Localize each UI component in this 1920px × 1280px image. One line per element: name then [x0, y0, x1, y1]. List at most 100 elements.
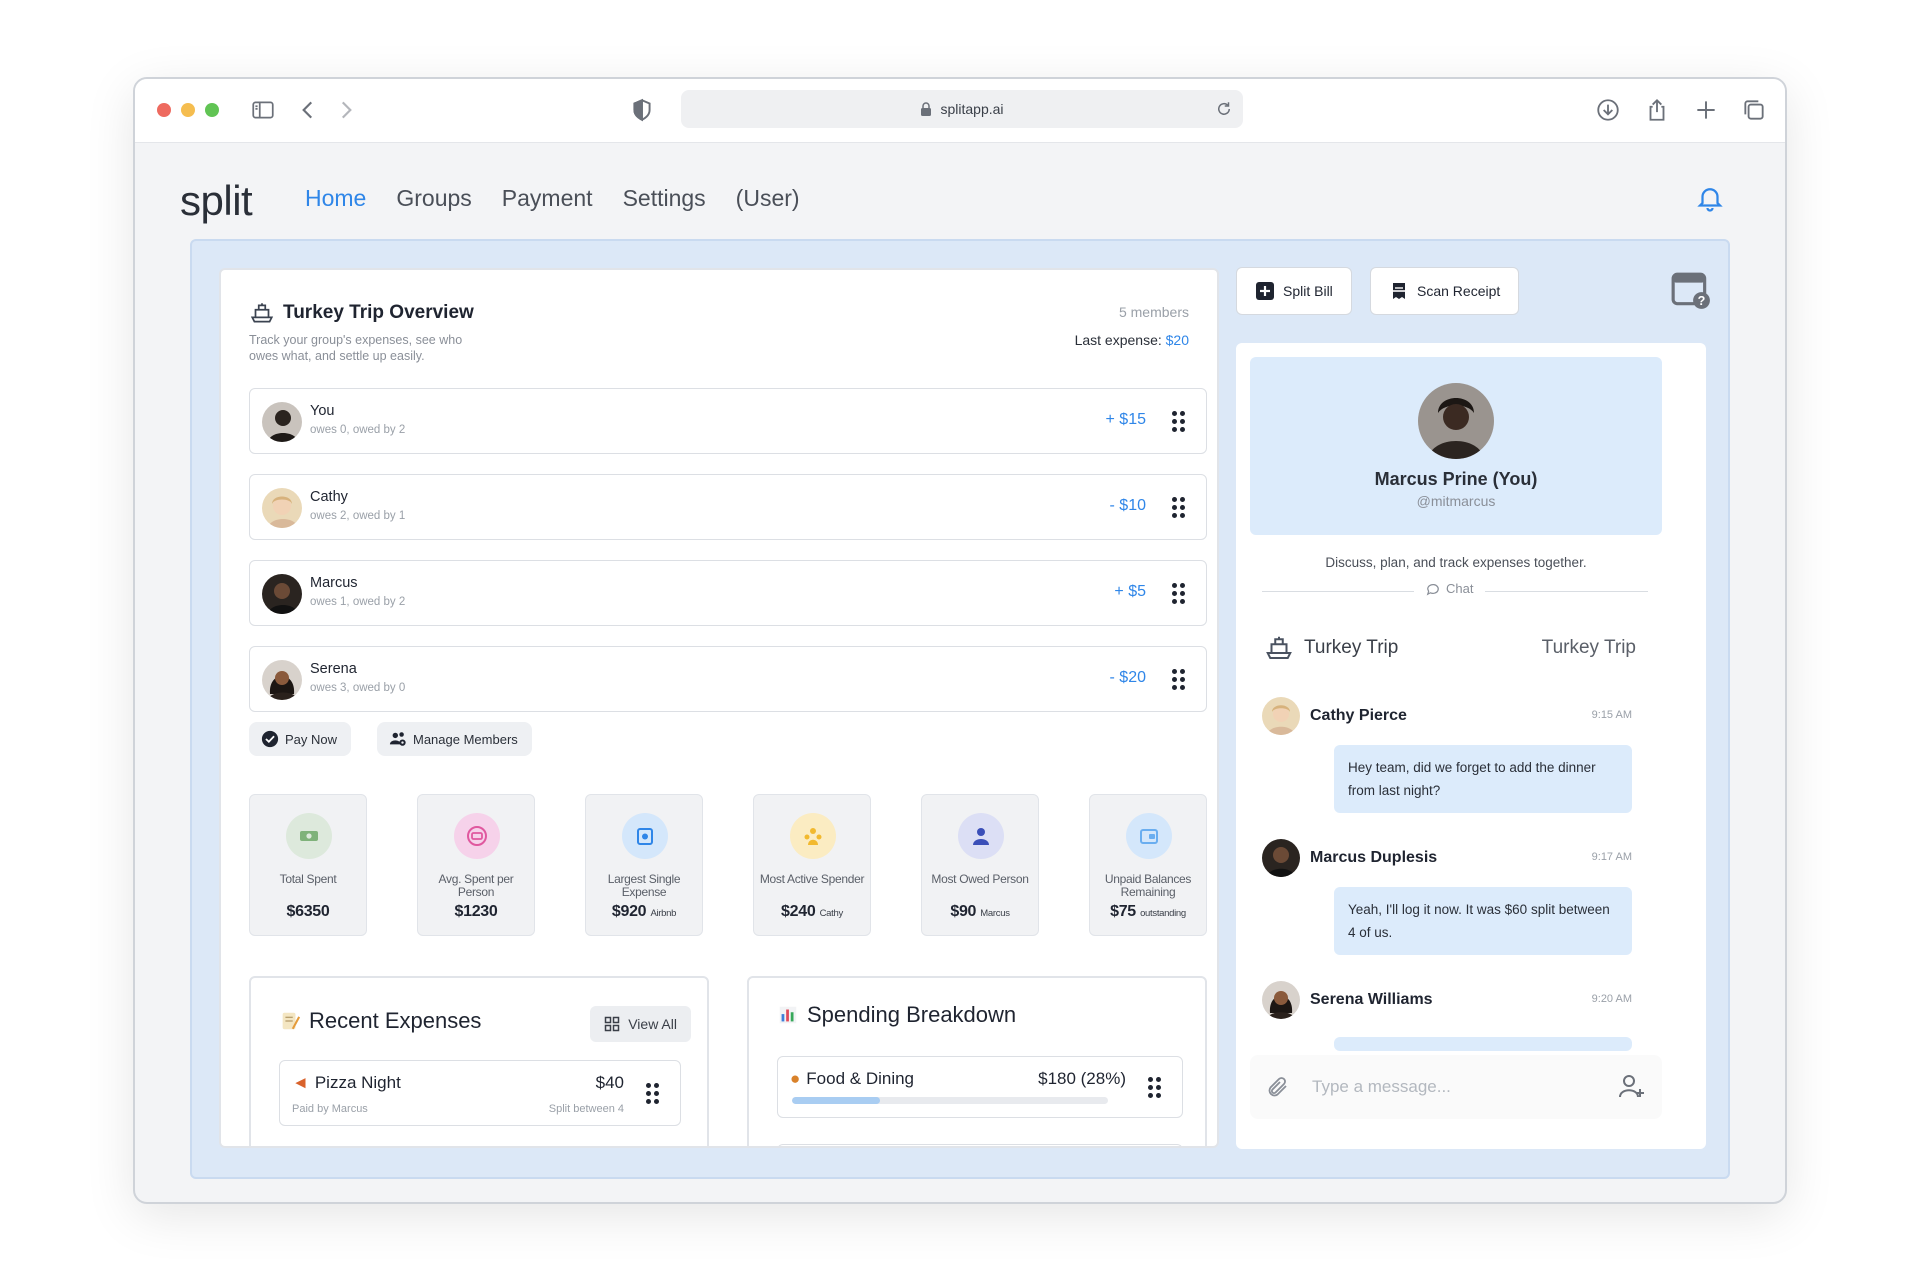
stat-note: Cathy: [819, 908, 844, 919]
split-bill-label: Split Bill: [1283, 283, 1333, 299]
message-author: Serena Williams: [1310, 991, 1433, 1008]
bell-icon[interactable]: [1695, 183, 1725, 213]
breakdown-title-text: Food & Dining: [806, 1069, 915, 1088]
chat-label-text: Chat: [1446, 581, 1474, 596]
chat-intro: Discuss, plan, and track expenses togeth…: [1325, 555, 1587, 570]
split-bill-button[interactable]: Split Bill: [1236, 267, 1352, 315]
plus-square-icon: [1256, 282, 1274, 300]
nav-groups[interactable]: Groups: [396, 185, 471, 212]
pizza-icon: ◄: [292, 1073, 309, 1092]
member-amount: + $5: [1114, 583, 1146, 600]
stat-most-owed: Most Owed Person $90 Marcus: [921, 794, 1039, 936]
new-tab-icon[interactable]: [1693, 97, 1719, 123]
maximize-window-button[interactable]: [205, 103, 219, 117]
sidebar-toggle-icon[interactable]: [250, 97, 276, 123]
avatar: [1262, 697, 1300, 735]
drag-handle-icon[interactable]: [1172, 497, 1186, 519]
manage-members-label: Manage Members: [413, 731, 518, 747]
browser-window: splitapp.ai split Home Groups Payment Se…: [133, 77, 1787, 1204]
member-row[interactable]: Serena owes 3, owed by 0 - $20: [249, 646, 1207, 712]
drag-handle-icon[interactable]: [646, 1083, 660, 1105]
stat-value-text: $920: [611, 903, 647, 920]
recent-expenses-panel: Recent Expenses View All ◄ Pizza Night Pa…: [249, 976, 709, 1146]
message-composer[interactable]: Type a message...: [1250, 1055, 1662, 1119]
stat-avg-spent: Avg. Spent per Person $1230: [417, 794, 535, 936]
message-header: Cathy Pierce 9:15 AM: [1262, 697, 1632, 737]
avatar[interactable]: [1418, 383, 1494, 459]
reload-icon[interactable]: [1215, 100, 1233, 118]
avatar: [262, 488, 302, 528]
scan-receipt-label: Scan Receipt: [1417, 283, 1501, 299]
stat-label: Most Active Spender: [759, 872, 865, 886]
stat-note: outstanding: [1140, 908, 1186, 919]
dashboard-canvas: Turkey Trip Overview Track your group's …: [190, 239, 1730, 1179]
message-header: Marcus Duplesis 9:17 AM: [1262, 839, 1632, 879]
close-window-button[interactable]: [157, 103, 171, 117]
check-circle-icon: [261, 730, 279, 748]
expense-row[interactable]: ◄ Pizza Night Paid by Marcus $40 Split be…: [279, 1060, 681, 1126]
memo-icon: [282, 1012, 301, 1030]
member-row[interactable]: You owes 0, owed by 2 + $15: [249, 388, 1207, 454]
chat-card: Marcus Prine (You) @mitmarcus Discuss, p…: [1236, 343, 1706, 1149]
member-balance-summary: owes 1, owed by 2: [310, 596, 406, 608]
profile-handle: @mitmarcus: [1416, 493, 1496, 509]
stat-value-text: $90: [950, 903, 977, 920]
stat-label: Total Spent: [279, 872, 337, 886]
address-bar[interactable]: splitapp.ai: [681, 90, 1243, 128]
message-header: Serena Williams 9:20 AM: [1262, 981, 1632, 1021]
lock-icon: [921, 102, 932, 116]
forward-icon[interactable]: [333, 97, 359, 123]
wallet-icon: [1126, 813, 1172, 859]
chat-bubble-icon: [1426, 583, 1439, 596]
app-logo[interactable]: split: [180, 177, 253, 225]
member-amount: - $20: [1109, 669, 1146, 686]
add-user-icon[interactable]: [1616, 1071, 1646, 1101]
tabs-overview-icon[interactable]: [1741, 97, 1767, 123]
member-row[interactable]: Marcus owes 1, owed by 2 + $5: [249, 560, 1207, 626]
manage-members-button[interactable]: Manage Members: [377, 722, 532, 756]
member-balance-summary: owes 2, owed by 1: [310, 510, 406, 522]
download-icon[interactable]: [1595, 97, 1621, 123]
money-bill-icon: [454, 813, 500, 859]
minimize-window-button[interactable]: [181, 103, 195, 117]
member-balance-summary: owes 3, owed by 0: [310, 682, 406, 694]
avatar: [262, 402, 302, 442]
overview-title: Turkey Trip Overview: [249, 300, 474, 326]
drag-handle-icon[interactable]: [1148, 1077, 1162, 1099]
recent-expenses-title-text: Recent Expenses: [309, 1008, 482, 1033]
breakdown-row[interactable]: ● Food & Dining $180 (28%): [777, 1056, 1183, 1118]
nav-settings[interactable]: Settings: [623, 185, 706, 212]
scan-receipt-button[interactable]: Scan Receipt: [1370, 267, 1520, 315]
nav-payment[interactable]: Payment: [502, 185, 593, 212]
paperclip-icon[interactable]: [1266, 1075, 1290, 1099]
stat-note: Marcus: [980, 908, 1010, 919]
shield-icon[interactable]: [629, 97, 655, 123]
breakdown-row[interactable]: [777, 1144, 1183, 1146]
stat-most-active: Most Active Spender $240 Cathy: [753, 794, 871, 936]
message-bubble: Hey team, did we forget to add the dinne…: [1334, 745, 1632, 813]
trip-overview-card: Turkey Trip Overview Track your group's …: [219, 268, 1219, 1148]
back-icon[interactable]: [295, 97, 321, 123]
view-all-label: View All: [628, 1016, 677, 1032]
stat-label: Unpaid Balances Remaining: [1104, 872, 1192, 899]
view-all-button[interactable]: View All: [590, 1006, 691, 1042]
message-input[interactable]: Type a message...: [1312, 1077, 1451, 1097]
drag-handle-icon[interactable]: [1172, 669, 1186, 691]
message-time: 9:15 AM: [1591, 709, 1632, 721]
expense-amount: $40: [595, 1073, 624, 1092]
drag-handle-icon[interactable]: [1172, 411, 1186, 433]
browser-toolbar: splitapp.ai: [135, 79, 1785, 143]
stat-label: Most Owed Person: [931, 872, 1029, 886]
message-author: Cathy Pierce: [1310, 707, 1407, 724]
share-icon[interactable]: [1644, 97, 1670, 123]
nav-user[interactable]: (User): [736, 185, 800, 212]
help-calendar-icon[interactable]: ?: [1670, 269, 1712, 311]
breakdown-progress-track: [792, 1097, 1108, 1104]
ship-icon: [1266, 636, 1292, 659]
chat-group-name-secondary: Turkey Trip: [1541, 637, 1636, 658]
member-name: Cathy: [310, 489, 348, 505]
nav-home[interactable]: Home: [305, 185, 366, 212]
pay-now-button[interactable]: Pay Now: [249, 722, 352, 756]
drag-handle-icon[interactable]: [1172, 583, 1186, 605]
member-row[interactable]: Cathy owes 2, owed by 1 - $10: [249, 474, 1207, 540]
